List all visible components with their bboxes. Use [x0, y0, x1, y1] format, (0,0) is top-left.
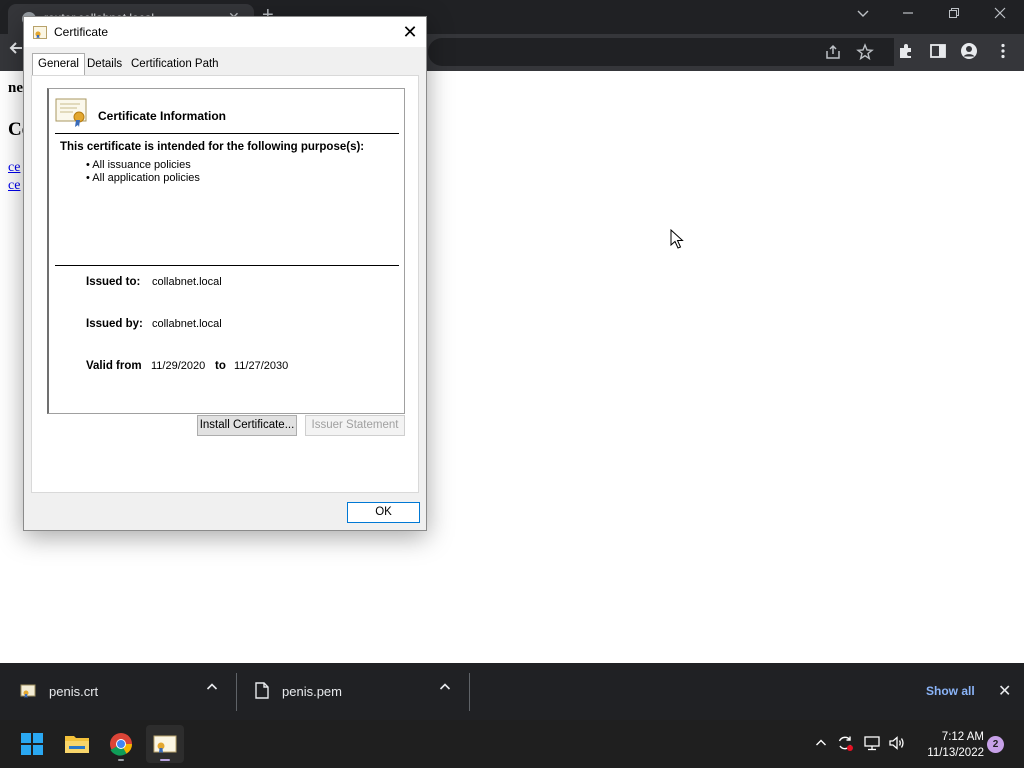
clock-date: 11/13/2022 — [927, 747, 984, 759]
ok-button[interactable]: OK — [347, 502, 420, 523]
minimize-icon[interactable] — [898, 4, 918, 24]
restore-icon[interactable] — [944, 4, 964, 24]
certificate-app-icon[interactable] — [146, 725, 184, 763]
windows-start-icon[interactable] — [13, 725, 51, 763]
divider — [55, 133, 399, 134]
issuer-statement-button[interactable]: Issuer Statement — [305, 415, 405, 436]
valid-from-value: 11/29/2020 — [151, 360, 206, 372]
mouse-cursor-icon — [670, 228, 684, 254]
dialog-title: Certificate — [54, 25, 109, 39]
valid-to-value: 11/27/2030 — [234, 360, 289, 372]
download-item[interactable]: penis.crt — [0, 663, 236, 720]
window-close-icon[interactable] — [990, 4, 1010, 24]
close-shelf-button[interactable]: ✕ — [998, 681, 1011, 701]
valid-to-label: to — [215, 360, 226, 372]
network-icon[interactable] — [862, 734, 882, 754]
taskbar: 7:12 AM 11/13/2022 — [0, 720, 1024, 768]
tab-search-icon[interactable] — [853, 4, 873, 24]
chrome-icon[interactable] — [102, 725, 140, 763]
file-explorer-icon[interactable] — [58, 725, 96, 763]
dialog-title-bar[interactable]: Certificate ✕ — [24, 17, 426, 47]
issued-to-value: collabnet.local — [152, 276, 222, 288]
chevron-up-icon[interactable] — [811, 734, 831, 754]
install-certificate-button[interactable]: Install Certificate... — [197, 415, 297, 436]
purpose-item: • All issuance policies — [86, 159, 191, 171]
issued-by-value: collabnet.local — [152, 318, 222, 330]
download-shelf: penis.crt penis.pem Show all ✕ — [0, 663, 1024, 720]
chevron-up-icon[interactable] — [206, 681, 218, 696]
address-bar[interactable] — [428, 38, 894, 66]
certificate-file-icon — [20, 683, 36, 704]
page-link-2[interactable]: ce — [8, 178, 20, 194]
general-tab-panel: Certificate Information This certificate… — [31, 75, 419, 493]
clock-time: 7:12 AM — [941, 731, 984, 743]
tab-general[interactable]: General — [32, 53, 85, 76]
document-file-icon — [255, 682, 269, 704]
volume-icon[interactable] — [887, 734, 907, 754]
issued-to-label: Issued to: — [86, 276, 141, 288]
page-text-fragment: ne — [8, 80, 23, 96]
divider — [469, 673, 470, 711]
download-filename: penis.crt — [49, 684, 99, 699]
download-item[interactable]: penis.pem — [237, 663, 469, 720]
purpose-item: • All application policies — [86, 172, 200, 184]
divider — [55, 265, 399, 266]
dialog-close-button[interactable]: ✕ — [398, 20, 422, 44]
profile-avatar-icon[interactable] — [960, 42, 980, 62]
page-link-1[interactable]: ce — [8, 160, 20, 176]
certificate-large-icon — [55, 98, 89, 128]
purpose-intro: This certificate is intended for the fol… — [60, 141, 365, 153]
back-arrow-icon[interactable] — [8, 40, 24, 61]
certificate-info-box: Certificate Information This certificate… — [47, 88, 405, 414]
chevron-up-icon[interactable] — [439, 681, 451, 696]
side-panel-icon[interactable] — [929, 42, 949, 62]
sync-icon[interactable] — [835, 734, 855, 754]
download-filename: penis.pem — [282, 684, 342, 699]
share-icon[interactable] — [824, 43, 844, 63]
certificate-dialog: Certificate ✕ General Details Certificat… — [23, 16, 427, 531]
valid-from-label: Valid from — [86, 360, 142, 372]
issued-by-label: Issued by: — [86, 318, 143, 330]
menu-kebab-icon[interactable] — [994, 42, 1014, 62]
certificate-icon — [33, 26, 47, 39]
extensions-icon[interactable] — [897, 42, 917, 62]
bookmark-star-icon[interactable] — [856, 43, 876, 63]
notification-badge[interactable]: 2 — [987, 736, 1004, 753]
tab-certification-path[interactable]: Certification Path — [131, 55, 219, 75]
certificate-info-heading: Certificate Information — [98, 109, 227, 123]
show-all-button[interactable]: Show all — [926, 684, 975, 698]
clock[interactable]: 7:12 AM 11/13/2022 — [912, 729, 984, 761]
tab-details[interactable]: Details — [87, 55, 122, 75]
